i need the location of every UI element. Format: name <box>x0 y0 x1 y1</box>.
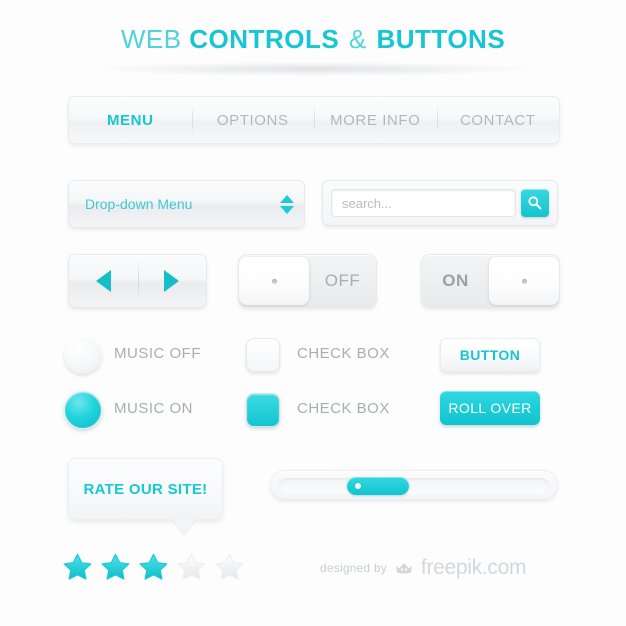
menu-item-more-info-label: MORE INFO <box>330 111 421 129</box>
rating-stars[interactable] <box>62 552 245 583</box>
page-canvas: WEB CONTROLS & BUTTONS MENU OPTIONS MORE… <box>0 0 626 626</box>
radio-music-on-label: MUSIC ON <box>114 400 193 417</box>
page-title: WEB CONTROLS & BUTTONS <box>0 24 626 55</box>
search-placeholder: search... <box>342 195 392 211</box>
checkbox-unchecked-label: CHECK BOX <box>297 345 390 362</box>
dropdown-selected-value: Drop-down Menu <box>85 196 193 212</box>
menu-item-contact-label: CONTACT <box>459 111 536 129</box>
menu-item-options[interactable]: OPTIONS <box>191 97 315 143</box>
search-button[interactable] <box>521 189 549 217</box>
footer-prefix: designed by <box>320 561 387 575</box>
rollover-button[interactable]: ROLL OVER <box>440 391 540 425</box>
star-icon[interactable] <box>62 552 93 583</box>
checkbox-checked-label: CHECK BOX <box>297 400 390 417</box>
star-icon[interactable] <box>138 552 169 583</box>
toggle-switch-on[interactable]: ON <box>421 254 560 308</box>
radio-music-off-label: MUSIC OFF <box>114 345 201 362</box>
star-icon[interactable] <box>176 552 207 583</box>
menu-item-contact[interactable]: CONTACT <box>436 97 560 143</box>
menu-bar: MENU OPTIONS MORE INFO CONTACT <box>68 96 560 144</box>
toggle-knob[interactable] <box>239 257 309 305</box>
tooltip-tail <box>173 519 195 535</box>
dropdown-menu[interactable]: Drop-down Menu <box>68 180 305 228</box>
freepik-crown-icon <box>395 563 412 574</box>
next-button[interactable] <box>137 255 207 307</box>
radio-music-off[interactable] <box>64 336 102 374</box>
star-icon[interactable] <box>214 552 245 583</box>
handle-dot-icon <box>355 483 361 489</box>
star-icon[interactable] <box>100 552 131 583</box>
default-button[interactable]: BUTTON <box>440 338 540 372</box>
slider-control[interactable] <box>270 470 558 500</box>
slider-handle[interactable] <box>347 477 409 495</box>
search-bar: search... <box>322 180 558 226</box>
radio-music-on[interactable] <box>64 391 102 429</box>
toggle-knob[interactable] <box>489 257 559 305</box>
menu-item-menu-label: MENU <box>106 111 154 129</box>
page-title-word-controls: CONTROLS <box>189 24 340 54</box>
triangle-left-icon <box>95 270 111 292</box>
footer-brand: freepik.com <box>420 556 527 579</box>
triangle-right-icon <box>164 270 180 292</box>
menu-item-more-info[interactable]: MORE INFO <box>314 97 437 143</box>
menu-item-options-label: OPTIONS <box>216 111 289 129</box>
knob-dot-icon <box>521 278 527 284</box>
page-title-word-web: WEB <box>120 24 182 54</box>
checkbox-unchecked[interactable] <box>246 338 280 372</box>
title-divider-shadow <box>93 62 533 76</box>
page-title-ampersand: & <box>348 24 367 54</box>
chevron-down-icon <box>280 205 294 214</box>
prev-button[interactable] <box>69 255 138 307</box>
checkbox-checked[interactable] <box>246 393 280 427</box>
knob-dot-icon <box>271 278 277 284</box>
chevron-up-icon <box>280 194 294 203</box>
rate-tooltip-label: RATE OUR SITE! <box>83 480 208 498</box>
toggle-switch-off[interactable]: OFF <box>238 254 377 308</box>
toggle-on-label: ON <box>442 271 469 290</box>
page-title-word-buttons: BUTTONS <box>376 24 506 54</box>
footer-credit: designed by freepik.com <box>320 556 526 580</box>
rate-tooltip[interactable]: RATE OUR SITE! <box>68 458 223 520</box>
menu-item-menu[interactable]: MENU <box>69 97 192 143</box>
rollover-button-label: ROLL OVER <box>448 400 532 416</box>
dropdown-spinner-icons[interactable] <box>270 194 304 214</box>
magnifier-icon <box>528 196 542 210</box>
search-input[interactable]: search... <box>331 189 516 217</box>
toggle-off-label: OFF <box>324 271 361 290</box>
default-button-label: BUTTON <box>459 347 521 363</box>
slider-track[interactable] <box>279 478 549 494</box>
arrow-nav-control <box>68 254 207 308</box>
